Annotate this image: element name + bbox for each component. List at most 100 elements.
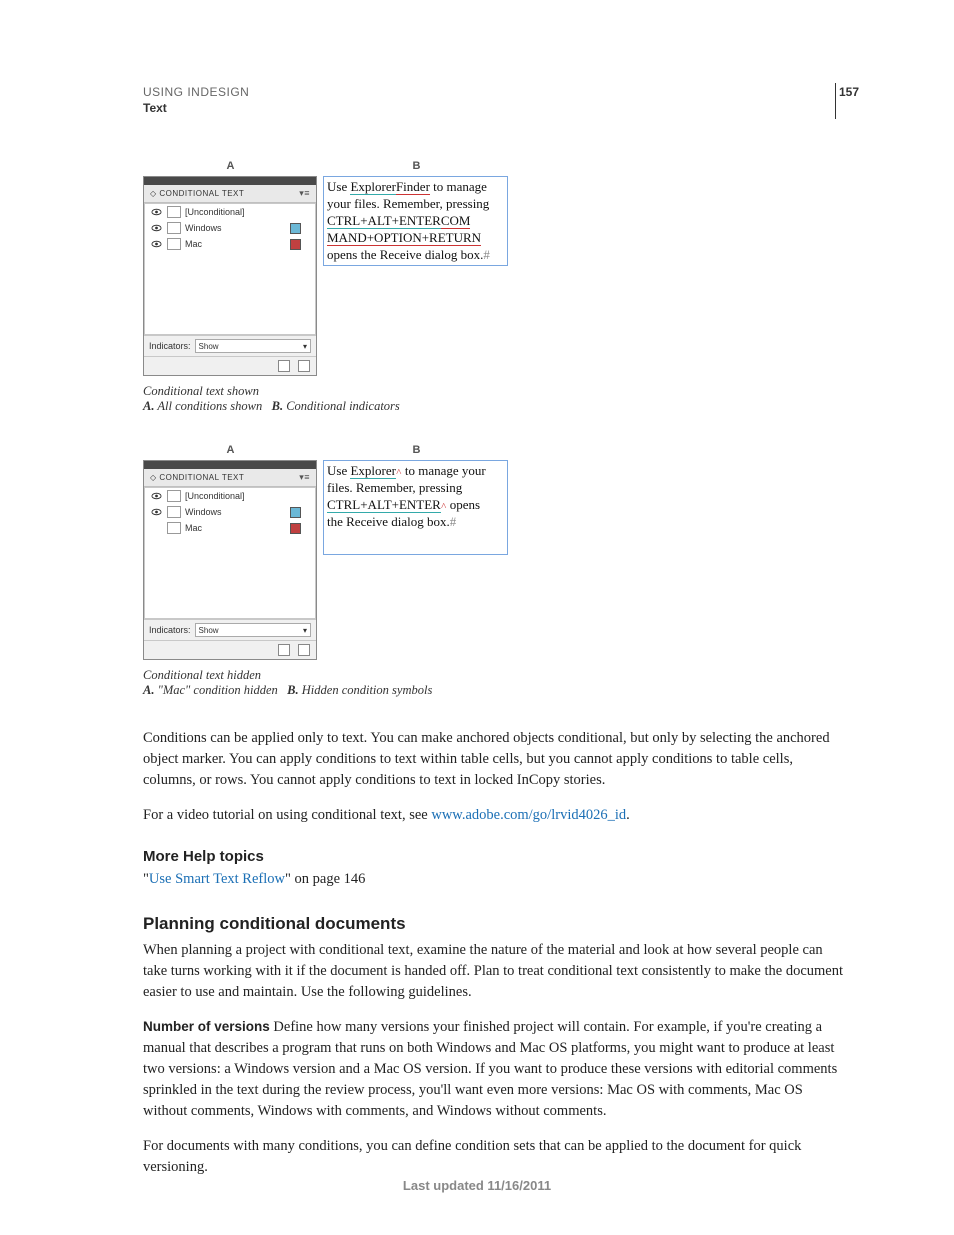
t: Use xyxy=(327,463,350,478)
condition-name: Mac xyxy=(185,523,290,533)
condition-name: Mac xyxy=(185,239,290,249)
end-of-story-icon: # xyxy=(450,514,457,529)
condition-swatch xyxy=(290,223,301,234)
t: opens xyxy=(447,497,481,512)
panel-bottom-icons xyxy=(144,640,316,659)
apply-checkbox[interactable] xyxy=(167,238,181,250)
figure1-label-a: A xyxy=(143,160,318,172)
apply-checkbox[interactable] xyxy=(167,490,181,502)
condition-swatch xyxy=(290,523,301,534)
apply-checkbox[interactable] xyxy=(167,222,181,234)
body-paragraph: For documents with many conditions, you … xyxy=(143,1136,849,1178)
figure2-row: ◇ CONDITIONAL TEXT ▾≡ [Unconditional] W xyxy=(143,460,849,660)
section-title: Text xyxy=(143,101,859,115)
condition-row-windows[interactable]: Windows xyxy=(145,504,315,520)
help-topic-line: "Use Smart Text Reflow" on page 146 xyxy=(143,869,849,890)
t: opens the Receive dialog box. xyxy=(327,247,483,262)
indicators-dropdown[interactable]: Show ▾ xyxy=(195,623,311,637)
condition-row-windows[interactable]: Windows xyxy=(145,220,315,236)
condition-swatch xyxy=(290,507,301,518)
text-frame-hidden: Use Explorer˄ to manage your files. Reme… xyxy=(323,460,508,555)
caption-a-label: A. xyxy=(143,399,154,413)
panel-bottom-icons xyxy=(144,356,316,375)
dropdown-arrow-icon: ▾ xyxy=(303,626,307,635)
visibility-hidden-icon[interactable] xyxy=(149,523,163,533)
windows-text: Explorer xyxy=(350,179,395,195)
figure-conditional-text-hidden: A B ◇ CONDITIONAL TEXT ▾≡ [Unconditional… xyxy=(143,444,849,698)
t: files. Remember, pressing xyxy=(327,480,462,495)
figure2-label-b: B xyxy=(324,444,509,456)
figure2-caption: Conditional text hidden A. "Mac" conditi… xyxy=(143,668,849,698)
video-tutorial-link[interactable]: www.adobe.com/go/lrvid4026_id xyxy=(431,807,626,823)
panel-menu-icon[interactable]: ▾≡ xyxy=(299,472,310,483)
runin-heading: Number of versions xyxy=(143,1019,270,1034)
body-paragraph: Conditions can be applied only to text. … xyxy=(143,728,849,791)
page: USING INDESIGN Text 157 A B ◇ CONDITIONA… xyxy=(0,0,954,1235)
caption-a-text: "Mac" condition hidden xyxy=(158,683,278,697)
new-condition-set-icon[interactable] xyxy=(278,360,290,372)
conditional-text-panel: ◇ CONDITIONAL TEXT ▾≡ [Unconditional] W xyxy=(143,460,317,660)
t: Use xyxy=(327,179,350,194)
figure-conditional-text-shown: A B ◇ CONDITIONAL TEXT ▾≡ [Uncondit xyxy=(143,160,849,414)
figure1-row: ◇ CONDITIONAL TEXT ▾≡ [Unconditional] W xyxy=(143,176,849,376)
panel-tab[interactable]: ◇ CONDITIONAL TEXT ▾≡ xyxy=(144,469,316,487)
page-number: 157 xyxy=(839,85,859,99)
condition-name: [Unconditional] xyxy=(185,207,311,217)
body-paragraph: Number of versions Define how many versi… xyxy=(143,1017,849,1122)
caption-title: Conditional text shown xyxy=(143,384,849,399)
content: A B ◇ CONDITIONAL TEXT ▾≡ [Uncondit xyxy=(143,160,849,1178)
condition-name: Windows xyxy=(185,223,290,233)
visibility-eye-icon[interactable] xyxy=(149,507,163,517)
condition-row-mac[interactable]: Mac xyxy=(145,236,315,252)
mac-text: COM xyxy=(441,213,471,229)
condition-swatch xyxy=(290,239,301,250)
condition-row-mac[interactable]: Mac xyxy=(145,520,315,536)
apply-checkbox[interactable] xyxy=(167,506,181,518)
smart-text-reflow-link[interactable]: Use Smart Text Reflow xyxy=(149,871,285,887)
condition-row-unconditional[interactable]: [Unconditional] xyxy=(145,488,315,504)
panel-menu-icon[interactable]: ▾≡ xyxy=(299,188,310,199)
delete-condition-icon[interactable] xyxy=(298,644,310,656)
visibility-eye-icon[interactable] xyxy=(149,239,163,249)
indicators-dropdown[interactable]: Show ▾ xyxy=(195,339,311,353)
panel-tab-label: ◇ CONDITIONAL TEXT xyxy=(150,189,244,198)
condition-name: Windows xyxy=(185,507,290,517)
panel-indicators-row: Indicators: Show ▾ xyxy=(144,335,316,356)
figure2-labels: A B xyxy=(143,444,849,456)
indicators-value: Show xyxy=(199,626,219,635)
more-help-heading: More Help topics xyxy=(143,848,849,865)
apply-checkbox[interactable] xyxy=(167,206,181,218)
indicators-value: Show xyxy=(199,342,219,351)
visibility-eye-icon[interactable] xyxy=(149,207,163,217)
t: . xyxy=(626,807,630,823)
visibility-eye-icon[interactable] xyxy=(149,223,163,233)
mac-text: MAND+OPTION+RETURN xyxy=(327,230,481,246)
t: to manage xyxy=(430,179,487,194)
t: For a video tutorial on using conditiona… xyxy=(143,807,431,823)
windows-text: CTRL+ALT+ENTER xyxy=(327,497,441,513)
panel-tab[interactable]: ◇ CONDITIONAL TEXT ▾≡ xyxy=(144,185,316,203)
t: the Receive dialog box. xyxy=(327,514,450,529)
t: your files. Remember, pressing xyxy=(327,196,489,211)
apply-checkbox[interactable] xyxy=(167,522,181,534)
doc-title: USING INDESIGN xyxy=(143,85,859,99)
conditional-text-panel: ◇ CONDITIONAL TEXT ▾≡ [Unconditional] W xyxy=(143,176,317,376)
t: to manage your xyxy=(402,463,486,478)
caption-b-label: B. xyxy=(287,683,298,697)
windows-text: Explorer xyxy=(350,463,395,479)
condition-name: [Unconditional] xyxy=(185,491,311,501)
mac-text: Finder xyxy=(396,179,430,195)
visibility-eye-icon[interactable] xyxy=(149,491,163,501)
caption-b-text: Hidden condition symbols xyxy=(302,683,433,697)
t: Define how many versions your finished p… xyxy=(143,1019,837,1119)
caption-a-text: All conditions shown xyxy=(157,399,262,413)
figure1-label-b: B xyxy=(324,160,509,172)
panel-titlebar xyxy=(144,461,316,469)
condition-row-unconditional[interactable]: [Unconditional] xyxy=(145,204,315,220)
new-condition-set-icon[interactable] xyxy=(278,644,290,656)
text-frame-all-shown: Use ExplorerFinder to manage your files.… xyxy=(323,176,508,266)
body-paragraph: When planning a project with conditional… xyxy=(143,940,849,1003)
condition-list: [Unconditional] Windows Mac xyxy=(144,203,316,335)
delete-condition-icon[interactable] xyxy=(298,360,310,372)
panel-titlebar xyxy=(144,177,316,185)
